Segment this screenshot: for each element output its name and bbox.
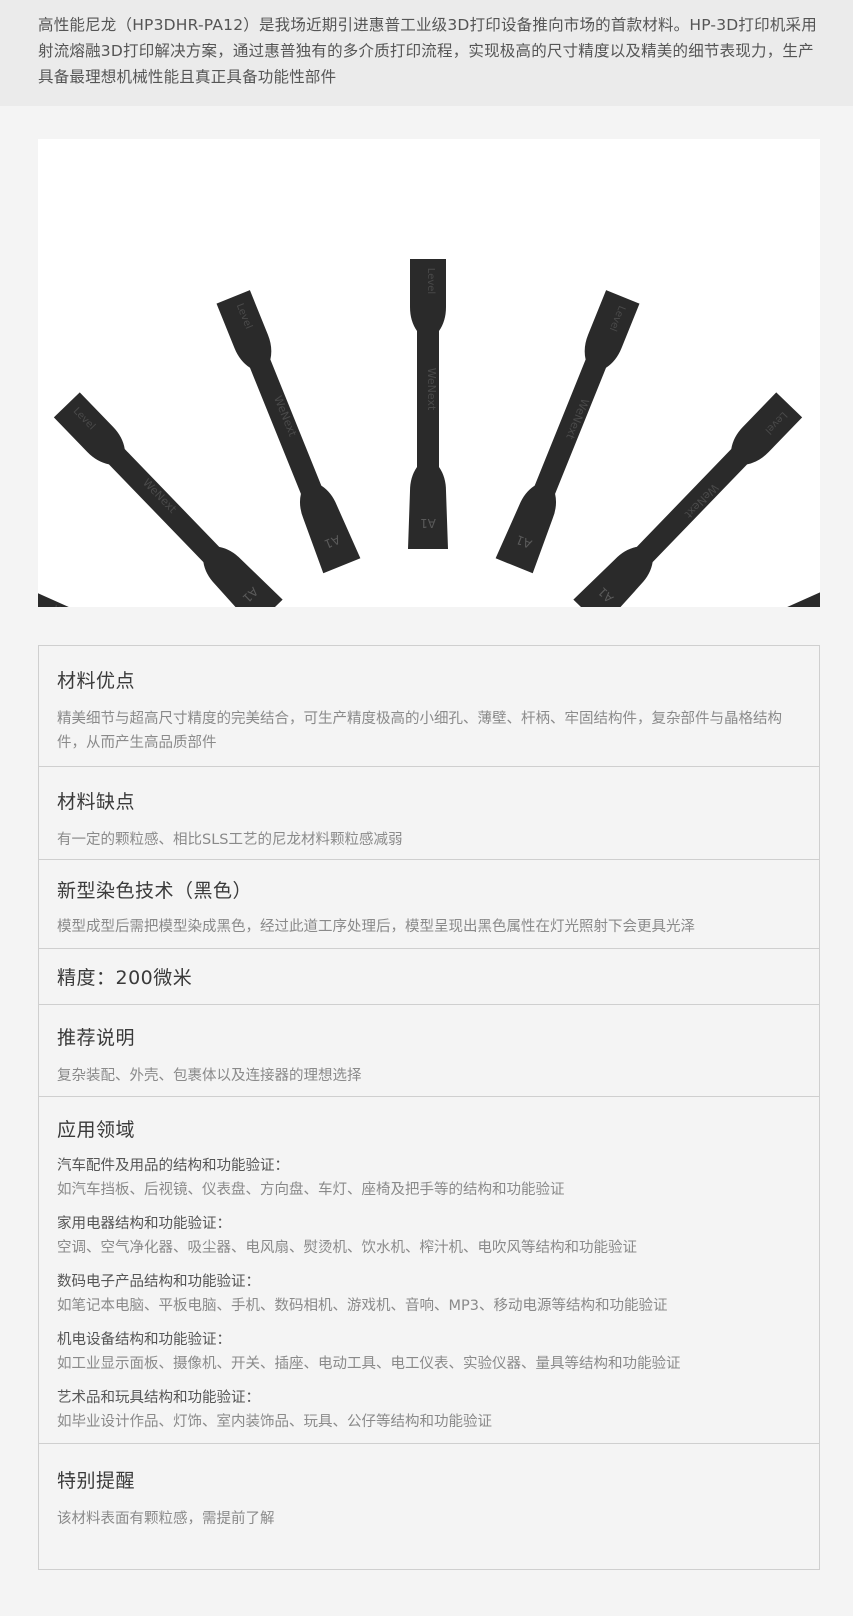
spec-advantages-title: 材料优点 [57, 670, 136, 692]
spec-dyeing-title: 新型染色技术（黑色） [57, 880, 253, 902]
spec-dyeing-desc: 模型成型后需把模型染成黑色，经过此道工序处理后，模型呈现出黑色属性在灯光照射下会… [57, 919, 695, 935]
application-group-label: 家用电器结构和功能验证： [57, 1216, 231, 1232]
application-group-desc: 空调、空气净化器、吸尘器、电风扇、熨烫机、饮水机、榨汁机、电吹风等结构和功能验证 [57, 1240, 637, 1256]
specimen-bar: LevelWeNextA1 [214, 289, 361, 574]
specimen-top-label: Level [425, 268, 436, 294]
application-group: 数码电子产品结构和功能验证： 如笔记本电脑、平板电脑、手机、数码相机、游戏机、音… [57, 1270, 801, 1318]
application-group-desc: 如毕业设计作品、灯饰、室内装饰品、玩具、公仔等结构和功能验证 [57, 1414, 492, 1430]
spec-precision: 精度：200微米 [39, 949, 819, 1005]
specimen-bar: LevelWeNextA1 [495, 289, 642, 574]
spec-reminder-desc: 该材料表面有颗粒感，需提前了解 [57, 1511, 275, 1527]
specimen-bar: Level WeNext A1 [408, 259, 448, 549]
spec-disadvantages: 材料缺点 有一定的颗粒感、相比SLS工艺的尼龙材料颗粒感减弱 [39, 767, 819, 860]
spec-advantages: 材料优点 精美细节与超高尺寸精度的完美结合，可生产精度极高的小细孔、薄壁、杆柄、… [39, 646, 819, 767]
spec-applications-title: 应用领域 [57, 1119, 136, 1141]
application-group: 家用电器结构和功能验证： 空调、空气净化器、吸尘器、电风扇、熨烫机、饮水机、榨汁… [57, 1212, 801, 1260]
intro-paragraph: 高性能尼龙（HP3DHR-PA12）是我场近期引进惠普工业级3D打印设备推向市场… [0, 0, 853, 106]
application-group-label: 艺术品和玩具结构和功能验证： [57, 1390, 260, 1406]
specimen-bar: LevelWeNextA1 [573, 391, 804, 607]
application-group-label: 汽车配件及用品的结构和功能验证： [57, 1158, 289, 1174]
specimen-fan-illustration: LevelWeNextA1LevelWeNextA1LevelWeNextA1L… [38, 259, 820, 607]
application-group-desc: 如汽车挡板、后视镜、仪表盘、方向盘、车灯、座椅及把手等的结构和功能验证 [57, 1182, 565, 1198]
application-group: 汽车配件及用品的结构和功能验证： 如汽车挡板、后视镜、仪表盘、方向盘、车灯、座椅… [57, 1154, 801, 1202]
product-photo: Level WeNext A1 Level WeNext A1 Level WeNext A1 L… [38, 139, 820, 607]
spec-recommendation-desc: 复杂装配、外壳、包裹体以及连接器的理想选择 [57, 1068, 362, 1084]
specimen-bar: LevelWeNextA1 [52, 391, 283, 607]
spec-disadvantages-title: 材料缺点 [57, 791, 136, 813]
spec-recommendation-title: 推荐说明 [57, 1027, 136, 1049]
application-group-desc: 如工业显示面板、摄像机、开关、插座、电动工具、电工仪表、实验仪器、量具等结构和功… [57, 1356, 681, 1372]
application-group: 艺术品和玩具结构和功能验证： 如毕业设计作品、灯饰、室内装饰品、玩具、公仔等结构… [57, 1386, 801, 1434]
specimen-brand: WeNext [51, 603, 96, 607]
specimen-brand: WeNext [425, 368, 438, 411]
application-group-desc: 如笔记本电脑、平板电脑、手机、数码相机、游戏机、音响、MP3、移动电源等结构和功… [57, 1298, 668, 1314]
product-detail-page: 高性能尼龙（HP3DHR-PA12）是我场近期引进惠普工业级3D打印设备推向市场… [0, 0, 853, 1616]
spec-reminder-title: 特别提醒 [57, 1470, 136, 1492]
spec-applications: 应用领域 汽车配件及用品的结构和功能验证： 如汽车挡板、后视镜、仪表盘、方向盘、… [39, 1097, 819, 1444]
application-group-label: 数码电子产品结构和功能验证： [57, 1274, 260, 1290]
application-group-label: 机电设备结构和功能验证： [57, 1332, 231, 1348]
application-group: 机电设备结构和功能验证： 如工业显示面板、摄像机、开关、插座、电动工具、电工仪表… [57, 1328, 801, 1376]
spec-advantages-desc: 精美细节与超高尺寸精度的完美结合，可生产精度极高的小细孔、薄壁、杆柄、牢固结构件… [57, 711, 782, 751]
specimen-bar: LevelWeNextA1 [629, 549, 820, 607]
spec-precision-title: 精度：200微米 [57, 967, 193, 989]
specimen-bar: LevelWeNextA1 [38, 549, 227, 607]
spec-reminder: 特别提醒 该材料表面有颗粒感，需提前了解 [39, 1444, 819, 1569]
spec-disadvantages-desc: 有一定的颗粒感、相比SLS工艺的尼龙材料颗粒感减弱 [57, 832, 403, 848]
spec-dyeing: 新型染色技术（黑色） 模型成型后需把模型染成黑色，经过此道工序处理后，模型呈现出… [39, 860, 819, 949]
specimen-bottom-label: A1 [420, 516, 436, 530]
material-spec-table: 材料优点 精美细节与超高尺寸精度的完美结合，可生产精度极高的小细孔、薄壁、杆柄、… [38, 645, 820, 1570]
spec-recommendation: 推荐说明 复杂装配、外壳、包裹体以及连接器的理想选择 [39, 1005, 819, 1097]
